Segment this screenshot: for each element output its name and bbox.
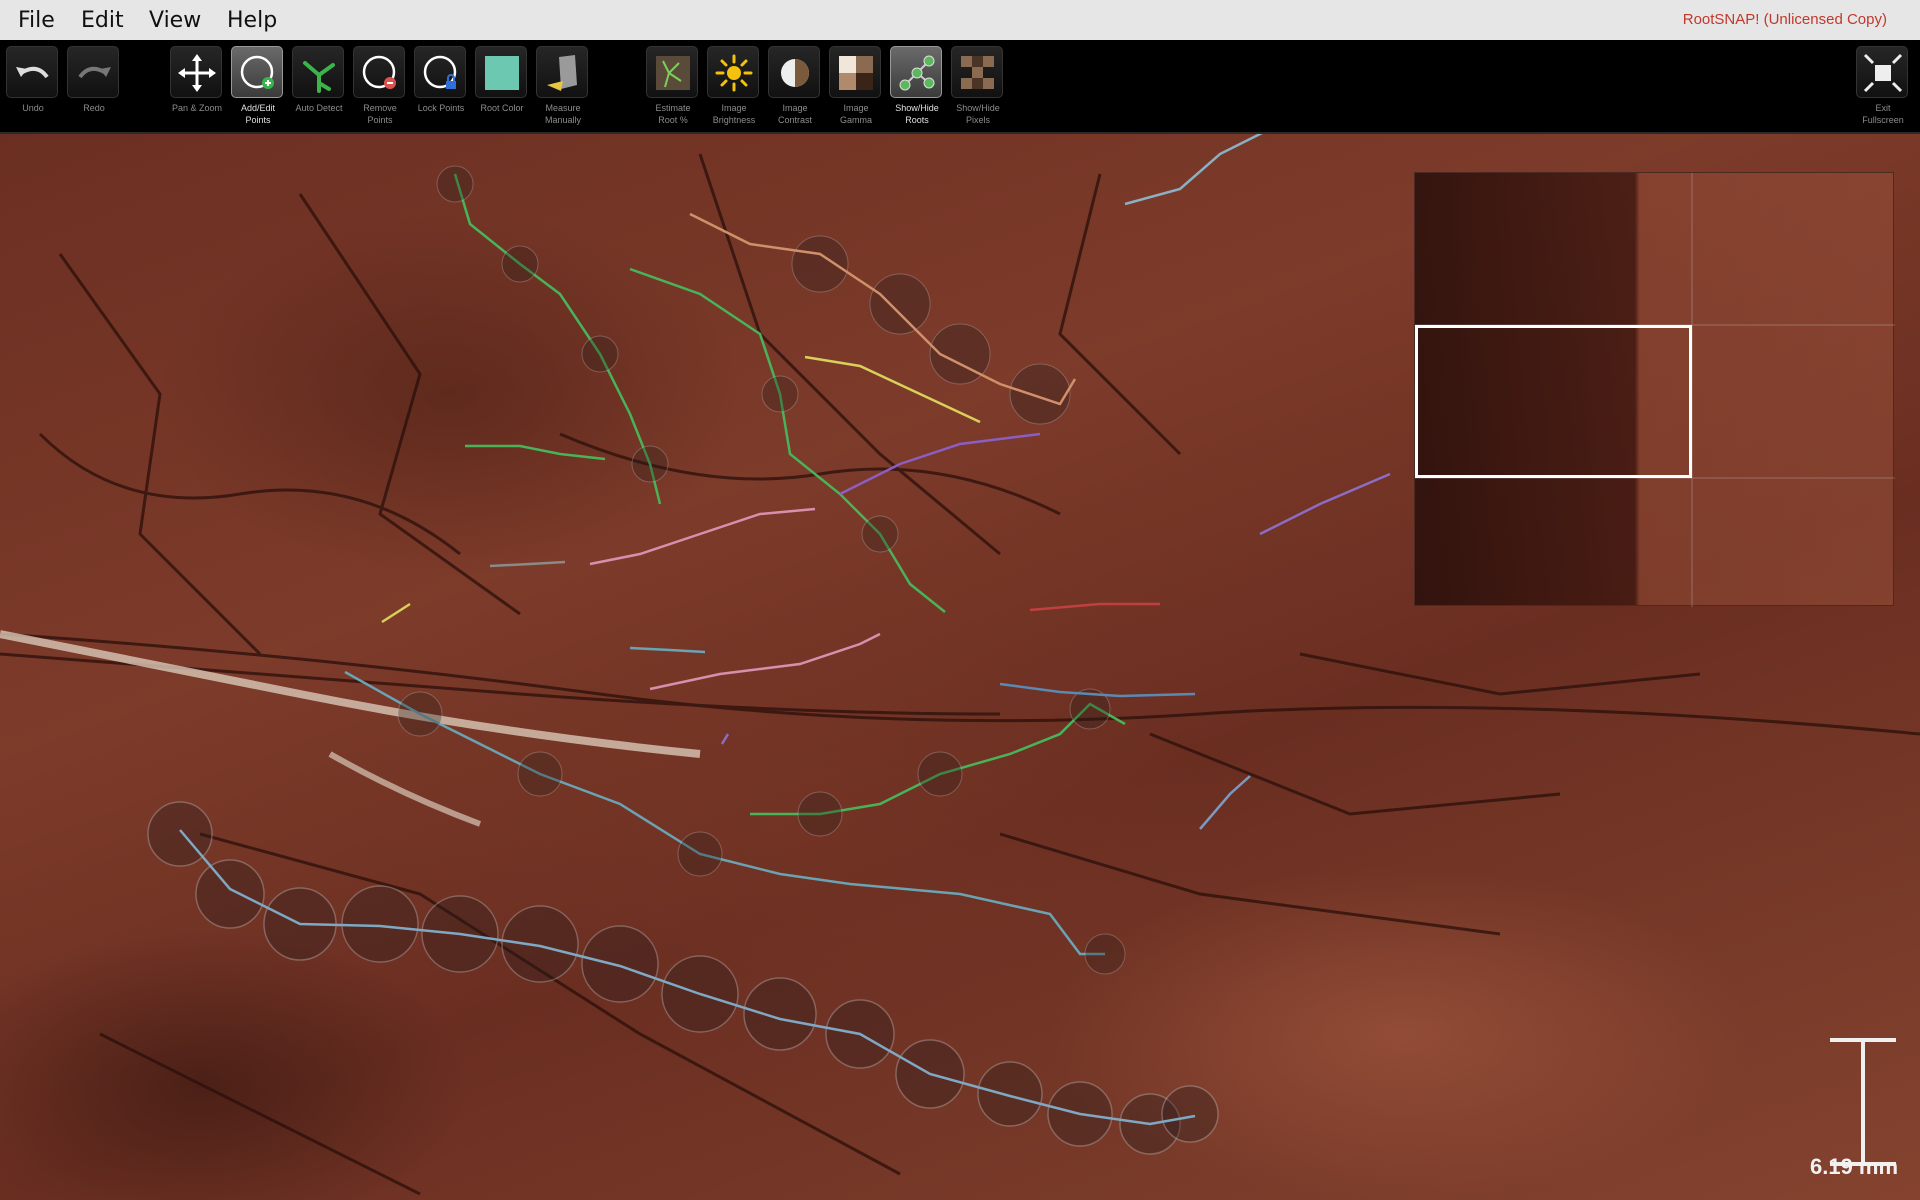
root-color-button[interactable]: Root Color <box>475 46 529 114</box>
redo-label: Redo <box>83 103 105 113</box>
exit-fullscreen-button[interactable]: Exit Fullscreen <box>1856 46 1910 126</box>
auto-detect-button[interactable]: Auto Detect <box>292 46 346 114</box>
add-edit-points-button[interactable]: Add/Edit Points <box>231 46 285 126</box>
root-color-label: Root Color <box>480 103 524 113</box>
undo-label: Undo <box>22 103 44 113</box>
root-trace-tiny[interactable] <box>720 733 730 745</box>
add-point-icon <box>240 55 274 89</box>
root-trace-pink-lower[interactable] <box>649 632 881 691</box>
remove-points-label: Remove Points <box>363 103 397 125</box>
image-contrast-label: Image Contrast <box>777 103 812 125</box>
root-trace-orange[interactable] <box>689 212 1077 425</box>
show-hide-pixels-label: Show/Hide Pixels <box>956 103 1000 125</box>
sun-icon <box>715 54 753 92</box>
redo-button[interactable]: Redo <box>67 46 121 114</box>
white-root-segment <box>328 751 482 827</box>
minimap-viewport[interactable] <box>1415 325 1692 478</box>
gamma-icon <box>839 56 873 90</box>
menu-edit[interactable]: Edit <box>81 8 124 33</box>
menu-view[interactable]: View <box>149 8 201 33</box>
lock-points-label: Lock Points <box>417 103 465 113</box>
root-trace-red[interactable] <box>1029 602 1160 612</box>
measure-tool-icon <box>547 55 577 91</box>
menu-help[interactable]: Help <box>227 8 277 33</box>
undo-icon <box>16 66 49 79</box>
exit-fullscreen-icon <box>1863 53 1903 93</box>
estimate-root-button[interactable]: Estimate Root % <box>646 46 700 126</box>
root-trace-gray[interactable] <box>489 560 566 568</box>
image-brightness-label: Image Brightness <box>712 103 756 125</box>
show-hide-roots-button[interactable]: Show/Hide Roots <box>890 46 944 126</box>
contrast-icon <box>781 59 809 87</box>
pan-zoom-label: Pan & Zoom <box>171 103 223 113</box>
root-trace-violet[interactable] <box>1259 472 1391 536</box>
measure-manually-label: Measure Manually <box>544 103 582 125</box>
undo-button[interactable]: Undo <box>6 46 60 114</box>
estimate-root-label: Estimate Root % <box>655 103 691 125</box>
roots-nodes-icon <box>899 55 935 91</box>
root-trace-teal-short[interactable] <box>629 646 706 654</box>
image-contrast-button[interactable]: Image Contrast <box>768 46 822 126</box>
color-swatch-icon <box>485 56 519 90</box>
image-canvas[interactable]: 6.19 mm <box>0 134 1920 1200</box>
app-title: RootSNAP! (Unlicensed Copy) <box>1682 11 1887 28</box>
menu-bar: File Edit View Help RootSNAP! (Unlicense… <box>0 0 1920 40</box>
exit-fullscreen-label: Exit Fullscreen <box>1862 103 1904 125</box>
redo-icon <box>78 66 111 79</box>
root-trace-yellow-short[interactable] <box>381 602 411 624</box>
lock-icon <box>423 55 457 89</box>
remove-point-icon <box>362 55 396 89</box>
estimate-root-icon <box>656 56 690 90</box>
root-trace-pink[interactable] <box>589 507 816 566</box>
menu-file[interactable]: File <box>18 8 55 33</box>
toolbar: Undo Redo Pan & Zoom Add/Edit Points Aut… <box>0 40 1920 134</box>
show-hide-roots-label: Show/Hide Roots <box>895 103 939 125</box>
auto-detect-icon <box>303 61 335 93</box>
measure-manually-button[interactable]: Measure Manually <box>536 46 590 126</box>
root-trace-top[interactable] <box>1124 134 1300 206</box>
pan-zoom-button[interactable]: Pan & Zoom <box>170 46 224 114</box>
remove-points-button[interactable]: Remove Points <box>353 46 407 126</box>
minimap[interactable] <box>1414 172 1895 607</box>
pixels-icon <box>961 56 994 89</box>
image-gamma-label: Image Gamma <box>839 103 872 125</box>
move-arrows-icon <box>178 54 216 92</box>
auto-detect-label: Auto Detect <box>295 103 343 113</box>
root-trace-blue-short[interactable] <box>1199 775 1251 830</box>
root-trace-green[interactable] <box>453 173 1126 816</box>
lock-points-button[interactable]: Lock Points <box>414 46 468 114</box>
add-edit-points-label: Add/Edit Points <box>240 103 276 125</box>
show-hide-pixels-button[interactable]: Show/Hide Pixels <box>951 46 1005 126</box>
image-gamma-button[interactable]: Image Gamma <box>829 46 883 126</box>
image-brightness-button[interactable]: Image Brightness <box>707 46 761 126</box>
scale-label: 6.19 mm <box>1810 1154 1899 1179</box>
